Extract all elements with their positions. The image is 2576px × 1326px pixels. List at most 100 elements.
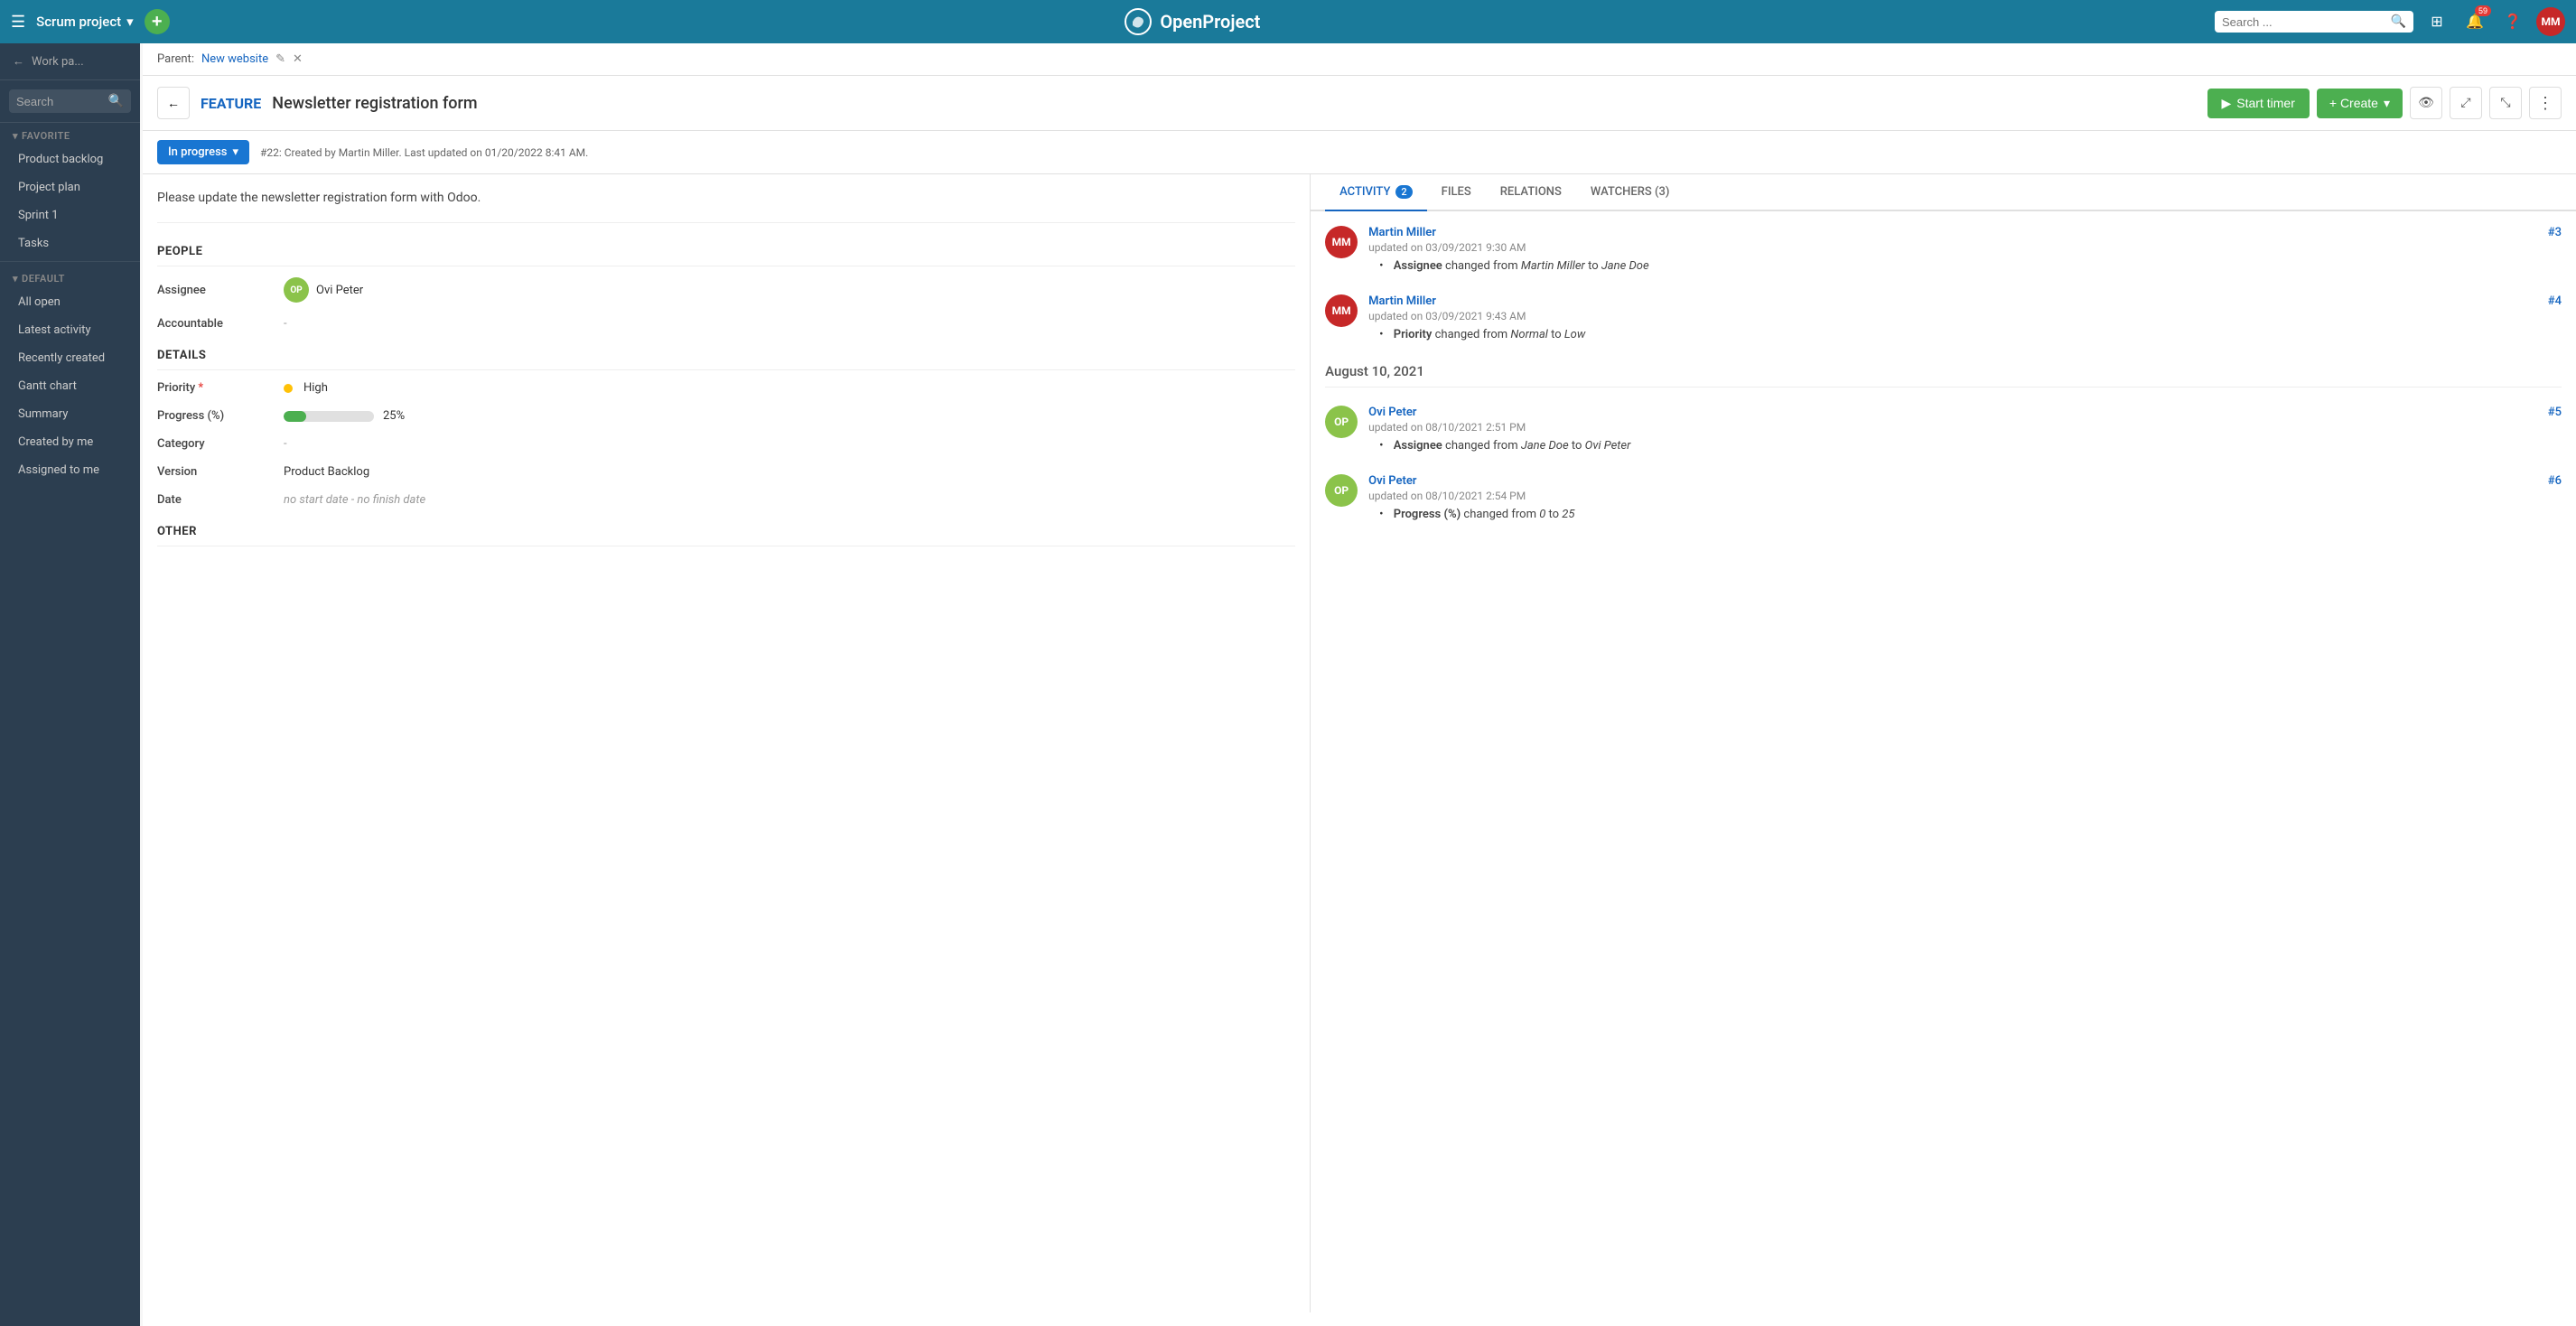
avatar[interactable]: MM bbox=[2536, 7, 2565, 36]
activity-hash-4: #4 bbox=[2548, 294, 2562, 308]
search-icon: 🔍 bbox=[2391, 14, 2406, 29]
topbar-center: OpenProject bbox=[181, 7, 2204, 36]
tab-files[interactable]: FILES bbox=[1427, 174, 1486, 211]
status-arrow-icon: ▾ bbox=[232, 145, 238, 159]
notifications-button[interactable]: 🔔 59 bbox=[2460, 7, 2489, 36]
more-options-button[interactable]: ⋮ bbox=[2529, 87, 2562, 119]
main-layout: ← Work pa... 🔍 ▾ FAVORITE Product backlo… bbox=[0, 43, 2576, 1326]
activity-user-5[interactable]: Ovi Peter bbox=[1368, 406, 1416, 419]
share-button[interactable]: ⤢ bbox=[2450, 87, 2482, 119]
date-value[interactable]: no start date - no finish date bbox=[284, 493, 1295, 507]
version-label: Version bbox=[157, 465, 284, 479]
close-parent-icon[interactable]: ✕ bbox=[293, 52, 303, 66]
sidebar-item-tasks[interactable]: Tasks bbox=[0, 229, 140, 257]
category-value[interactable]: - bbox=[284, 437, 1295, 451]
sidebar-item-project-plan[interactable]: Project plan bbox=[0, 173, 140, 201]
favorite-section-header[interactable]: ▾ FAVORITE bbox=[0, 123, 140, 145]
more-icon: ⋮ bbox=[2537, 94, 2553, 113]
sidebar-item-created-by-me[interactable]: Created by me bbox=[0, 428, 140, 456]
project-arrow-icon: ▾ bbox=[126, 14, 134, 30]
status-meta: #22: Created by Martin Miller. Last upda… bbox=[260, 146, 588, 159]
version-value[interactable]: Product Backlog bbox=[284, 465, 1295, 479]
wp-body: Please update the newsletter registratio… bbox=[143, 174, 2576, 1312]
sidebar-back-btn[interactable]: ← Work pa... bbox=[0, 43, 140, 80]
people-section: PEOPLE Assignee OP Ovi Peter Accountable… bbox=[157, 245, 1295, 331]
sidebar-item-assigned-to-me[interactable]: Assigned to me bbox=[0, 456, 140, 484]
tab-relations[interactable]: RELATIONS bbox=[1486, 174, 1576, 211]
sidebar-search-area: 🔍 bbox=[0, 80, 140, 123]
wp-header-left: ← FEATURE Newsletter registration form bbox=[157, 87, 478, 119]
global-search[interactable]: 🔍 bbox=[2215, 11, 2413, 33]
favorite-collapse-icon: ▾ bbox=[13, 130, 18, 142]
topbar: ☰ Scrum project ▾ + OpenProject 🔍 ⊞ 🔔 59… bbox=[0, 0, 2576, 43]
main-content: Parent: New website ✎ ✕ ← FEATURE Newsle… bbox=[143, 43, 2576, 1326]
progress-field-row: Progress (%) 25% bbox=[157, 409, 1295, 423]
assignee-label: Assignee bbox=[157, 284, 284, 297]
sidebar-item-product-backlog[interactable]: Product backlog bbox=[0, 145, 140, 173]
tab-watchers[interactable]: WATCHERS (3) bbox=[1576, 174, 1685, 211]
sidebar-item-all-open[interactable]: All open bbox=[0, 288, 140, 316]
sidebar-item-latest-activity[interactable]: Latest activity bbox=[0, 316, 140, 344]
progress-bar bbox=[284, 411, 374, 422]
activity-time-3: updated on 03/09/2021 9:30 AM bbox=[1368, 241, 2562, 254]
activity-avatar-op-5: OP bbox=[1325, 406, 1358, 438]
watch-button[interactable]: 👁 bbox=[2410, 87, 2442, 119]
activity-content-4: Martin Miller #4 updated on 03/09/2021 9… bbox=[1368, 294, 2562, 341]
progress-value[interactable]: 25% bbox=[284, 409, 1295, 423]
sidebar-title: Work pa... bbox=[32, 55, 84, 69]
add-button[interactable]: + bbox=[145, 9, 170, 34]
watch-icon: 👁 bbox=[2418, 96, 2434, 110]
play-icon: ▶ bbox=[2222, 96, 2232, 111]
tab-activity[interactable]: ACTIVITY 2 bbox=[1325, 174, 1427, 211]
activity-change-5: Assignee changed from Jane Doe to Ovi Pe… bbox=[1368, 439, 2562, 453]
start-timer-button[interactable]: ▶ Start timer bbox=[2207, 89, 2310, 118]
expand-icon: ⤡ bbox=[2500, 96, 2510, 110]
activity-tabs: ACTIVITY 2 FILES RELATIONS WATCHERS (3) bbox=[1311, 174, 2576, 211]
assignee-value[interactable]: OP Ovi Peter bbox=[284, 277, 1295, 303]
activity-hash-6: #6 bbox=[2548, 474, 2562, 488]
activity-time-4: updated on 03/09/2021 9:43 AM bbox=[1368, 310, 2562, 322]
sidebar-item-gantt-chart[interactable]: Gantt chart bbox=[0, 372, 140, 400]
help-button[interactable]: ❓ bbox=[2498, 7, 2527, 36]
progress-bar-fill bbox=[284, 411, 306, 422]
details-section-title: DETAILS bbox=[157, 349, 1295, 370]
parent-link[interactable]: New website bbox=[201, 52, 268, 66]
accountable-field-row: Accountable - bbox=[157, 317, 1295, 331]
sidebar-item-recently-created[interactable]: Recently created bbox=[0, 344, 140, 372]
status-bar: In progress ▾ #22: Created by Martin Mil… bbox=[143, 131, 2576, 174]
accountable-value[interactable]: - bbox=[284, 317, 1295, 331]
default-section-header[interactable]: ▾ DEFAULT bbox=[0, 266, 140, 288]
wp-back-button[interactable]: ← bbox=[157, 87, 190, 119]
notifications-badge: 59 bbox=[2475, 5, 2491, 16]
edit-parent-icon[interactable]: ✎ bbox=[275, 52, 285, 66]
create-button[interactable]: + Create ▾ bbox=[2317, 89, 2403, 118]
other-section: OTHER bbox=[157, 525, 1295, 546]
priority-value[interactable]: High bbox=[284, 381, 1295, 395]
activity-content-6: Ovi Peter #6 updated on 08/10/2021 2:54 … bbox=[1368, 474, 2562, 521]
activity-avatar-mm-3: MM bbox=[1325, 226, 1358, 258]
expand-button[interactable]: ⤡ bbox=[2489, 87, 2522, 119]
activity-item-3: MM Martin Miller #3 updated on 03/09/202… bbox=[1325, 226, 2562, 273]
activity-user-3[interactable]: Martin Miller bbox=[1368, 226, 1436, 239]
sidebar-search-input[interactable] bbox=[16, 95, 103, 108]
project-selector[interactable]: Scrum project ▾ bbox=[36, 14, 134, 30]
category-label: Category bbox=[157, 437, 284, 451]
activity-header-5: Ovi Peter #5 bbox=[1368, 406, 2562, 419]
grid-icon-button[interactable]: ⊞ bbox=[2422, 7, 2451, 36]
activity-time-5: updated on 08/10/2021 2:51 PM bbox=[1368, 421, 2562, 434]
activity-user-6[interactable]: Ovi Peter bbox=[1368, 474, 1416, 488]
logo-text: OpenProject bbox=[1160, 11, 1260, 33]
parent-label: Parent: bbox=[157, 52, 194, 66]
sidebar-item-summary[interactable]: Summary bbox=[0, 400, 140, 428]
sidebar-search-icon: 🔍 bbox=[108, 94, 124, 108]
search-input[interactable] bbox=[2222, 15, 2385, 29]
activity-item-6: OP Ovi Peter #6 updated on 08/10/2021 2:… bbox=[1325, 474, 2562, 521]
sidebar-search-box[interactable]: 🔍 bbox=[9, 89, 131, 113]
activity-user-4[interactable]: Martin Miller bbox=[1368, 294, 1436, 308]
status-badge[interactable]: In progress ▾ bbox=[157, 140, 249, 164]
app-logo: OpenProject bbox=[1124, 7, 1260, 36]
topbar-right: 🔍 ⊞ 🔔 59 ❓ MM bbox=[2215, 7, 2565, 36]
parent-bar: Parent: New website ✎ ✕ bbox=[143, 43, 2576, 76]
sidebar-item-sprint1[interactable]: Sprint 1 bbox=[0, 201, 140, 229]
menu-icon[interactable]: ☰ bbox=[11, 13, 25, 32]
